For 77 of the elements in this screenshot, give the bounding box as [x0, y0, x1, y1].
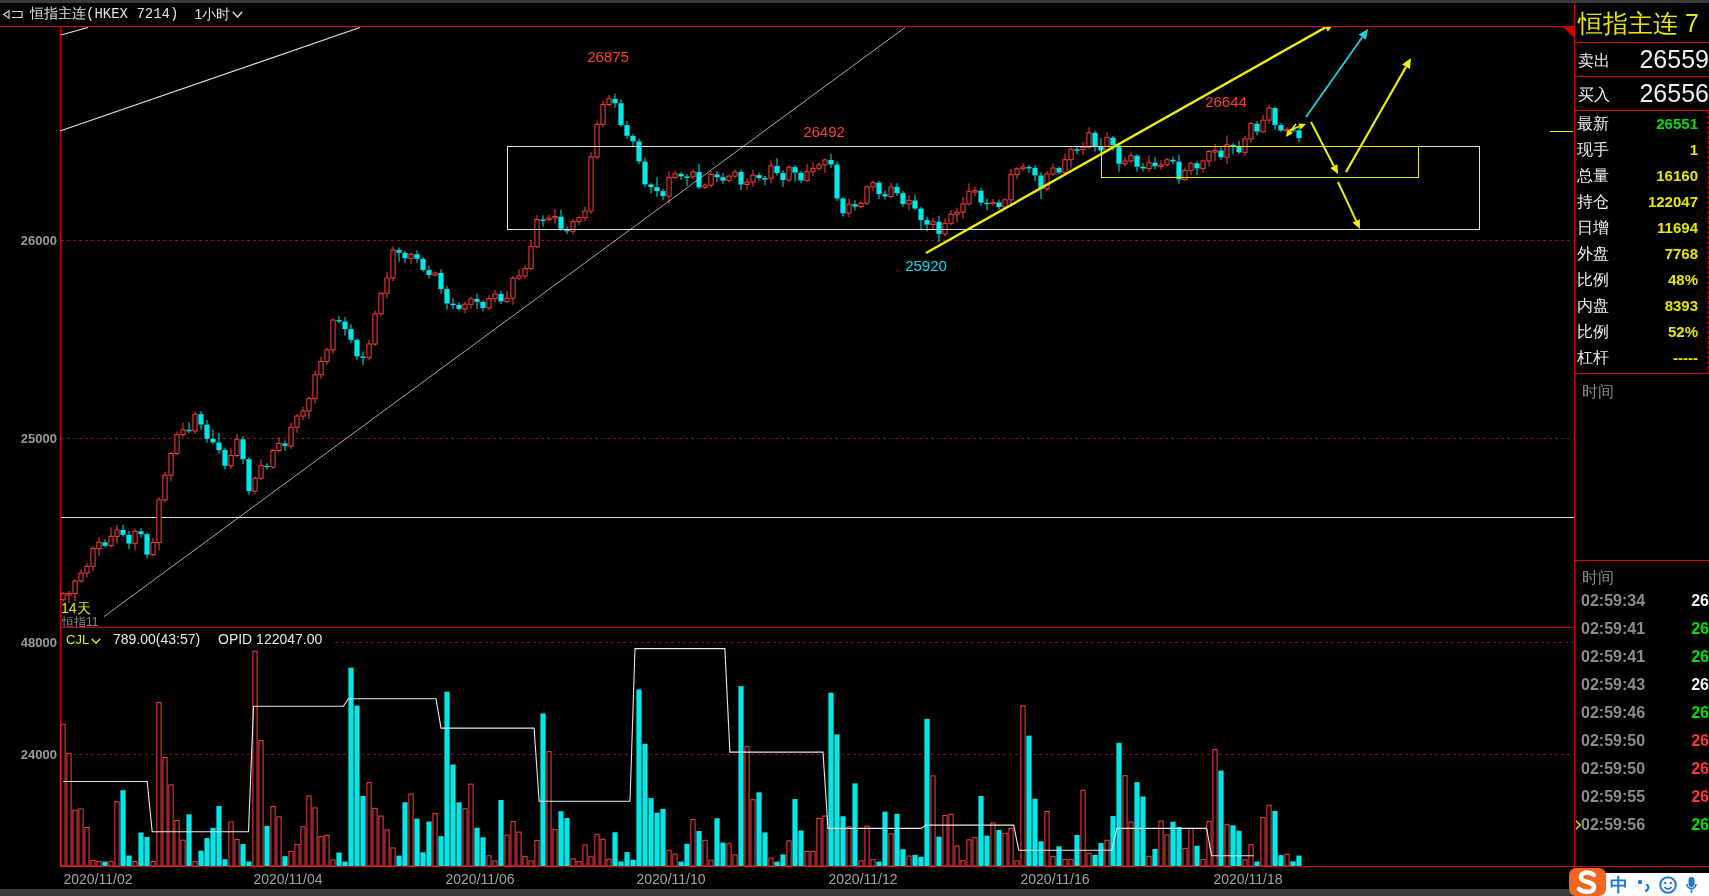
date-label: 2020/11/10: [636, 871, 706, 887]
period-span-label: 14天: [61, 600, 91, 616]
instrument-title: 恒指主连 7: [1575, 3, 1709, 43]
stat-label: 日增: [1576, 218, 1609, 238]
trade-price: 26: [1691, 731, 1709, 751]
trade-time: 02:59:41: [1581, 619, 1646, 639]
date-label: 2020/11/02: [63, 871, 133, 887]
trade-price: 26: [1691, 815, 1709, 835]
date-label: 2020/11/06: [445, 871, 515, 887]
trade-price: 26: [1691, 647, 1709, 667]
stat-value: 7768: [1664, 243, 1699, 264]
microphone-icon[interactable]: [1686, 875, 1697, 894]
trade-time: 02:59:43: [1581, 675, 1646, 695]
price-label: 26492: [803, 123, 845, 140]
price-label: 26644: [1205, 93, 1247, 110]
price-label: 25920: [905, 257, 947, 274]
bid-price: 26556: [1639, 81, 1709, 109]
axis-label: 48000: [20, 635, 57, 650]
date-label: 2020/11/16: [1020, 871, 1090, 887]
stat-label: 最新: [1576, 114, 1609, 134]
smiley-icon[interactable]: [1659, 875, 1677, 894]
stat-label: 持仓: [1576, 192, 1609, 212]
trade-price: 26: [1691, 703, 1709, 723]
ask-price: 26559: [1639, 47, 1709, 75]
bid-label: 买入: [1577, 85, 1610, 105]
trade-price: 26: [1691, 619, 1709, 639]
trade-time: 02:59:34: [1581, 591, 1646, 611]
trade-price: 26: [1691, 759, 1709, 779]
trade-price: 26: [1691, 787, 1709, 807]
stat-value: 1: [1689, 139, 1699, 160]
price-label: 26875: [587, 48, 629, 65]
stat-value: 122047: [1647, 191, 1699, 212]
axis-label: 25000: [20, 431, 57, 446]
date-label: 2020/11/04: [253, 871, 323, 887]
arrow-bracket-icon[interactable]: [3, 10, 23, 19]
open-interest-reading: OPID 122047.00: [218, 631, 323, 647]
stat-value: 16160: [1656, 165, 1699, 186]
indicator-reading: 789.00(43:57): [113, 631, 201, 647]
stat-value: 26551: [1656, 113, 1699, 134]
stat-value: 52%: [1667, 321, 1699, 342]
symbol-label: 恒指11: [62, 615, 99, 627]
trade-time: 02:59:50: [1581, 731, 1646, 751]
column-header: 时间: [1581, 568, 1615, 587]
trend-arrow: [1337, 181, 1360, 229]
chevron-down-icon: [232, 11, 244, 18]
trade-time: 02:59:50: [1581, 759, 1646, 779]
logo-icon[interactable]: [1569, 868, 1606, 896]
stat-value: 8393: [1664, 295, 1699, 316]
stat-label: 内盘: [1576, 296, 1609, 316]
stat-label: 杠杆: [1576, 348, 1609, 368]
axis-label: 24000: [20, 747, 57, 762]
stat-label: 外盘: [1576, 244, 1609, 264]
trade-price: 26: [1691, 591, 1709, 611]
stat-label: 现手: [1576, 140, 1609, 160]
period-dropdown[interactable]: 1小时: [194, 4, 244, 25]
trade-time: 02:59:56: [1581, 815, 1646, 835]
date-label: 2020/11/12: [828, 871, 898, 887]
indicator-label: CJL: [66, 632, 90, 647]
input-mode-toggle[interactable]: 中: [1610, 875, 1628, 894]
chevron-down-icon[interactable]: [91, 638, 101, 644]
column-header: 时间: [1581, 382, 1615, 402]
last-price-marker: [1549, 131, 1574, 132]
trade-time: 02:59:46: [1581, 703, 1646, 723]
stat-value: -----: [1673, 347, 1699, 368]
ask-label: 卖出: [1577, 51, 1610, 71]
chart-title: 恒指主连(HKEX 7214): [30, 5, 179, 24]
trade-price: 26: [1691, 675, 1709, 695]
date-label: 2020/11/18: [1213, 871, 1283, 887]
axis-label: 26000: [20, 233, 57, 248]
punctuation-icon[interactable]: [1637, 877, 1650, 892]
stat-label: 总量: [1576, 166, 1609, 186]
stat-value: 48%: [1667, 269, 1699, 290]
stat-value: 11694: [1657, 217, 1699, 238]
stat-label: 比例: [1576, 270, 1609, 290]
trade-time: 02:59:41: [1581, 647, 1646, 667]
stat-label: 比例: [1576, 322, 1609, 342]
trade-time: 02:59:55: [1581, 787, 1646, 807]
